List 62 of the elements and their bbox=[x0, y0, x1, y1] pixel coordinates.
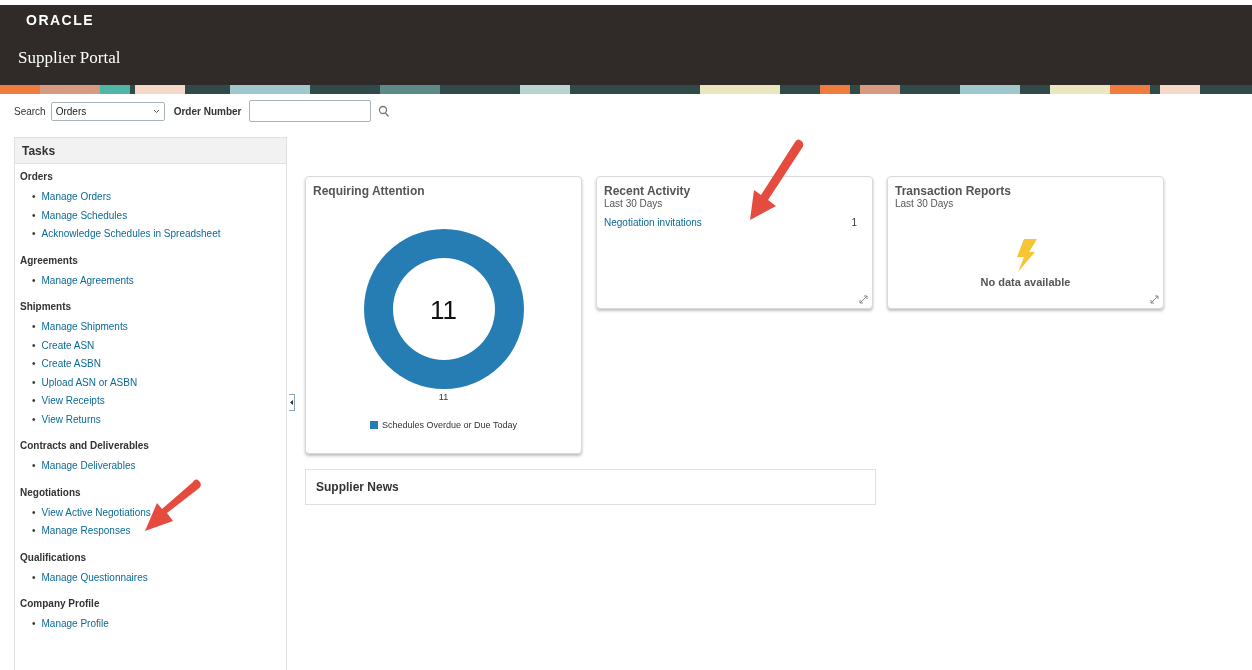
order-number-field[interactable] bbox=[249, 100, 372, 122]
bullet: • bbox=[32, 227, 36, 241]
bullet: • bbox=[32, 190, 36, 204]
task-link[interactable]: Acknowledge Schedules in Spreadsheet bbox=[41, 225, 221, 244]
bullet: • bbox=[32, 357, 36, 371]
bullet: • bbox=[32, 505, 36, 520]
task-link[interactable]: Manage Schedules bbox=[41, 206, 128, 225]
bullet: • bbox=[32, 524, 36, 538]
activity-count: 1 bbox=[851, 217, 857, 228]
bullet: • bbox=[32, 617, 36, 631]
data-label: 11 bbox=[438, 392, 449, 402]
search-label: Search bbox=[14, 105, 46, 117]
panel-title: Supplier News bbox=[316, 480, 399, 494]
bullet: • bbox=[32, 412, 36, 427]
card-title: Requiring Attention bbox=[313, 184, 425, 198]
search-select[interactable]: Orders bbox=[50, 101, 165, 121]
tasks-title: Tasks bbox=[22, 143, 56, 158]
task-link[interactable]: View Active Negotiations bbox=[41, 503, 151, 522]
order-number-label: Order Number bbox=[173, 105, 242, 117]
portal-title: Supplier Portal bbox=[18, 48, 121, 68]
legend-label: Schedules Overdue or Due Today bbox=[382, 420, 517, 430]
bullet: • bbox=[32, 320, 36, 334]
task-link[interactable]: Manage Orders bbox=[41, 188, 111, 207]
card-subtitle: Last 30 Days bbox=[604, 198, 663, 209]
activity-link[interactable]: Negotiation invitations bbox=[604, 217, 702, 228]
task-link[interactable]: Manage Agreements bbox=[41, 271, 134, 290]
bullet: • bbox=[32, 338, 36, 353]
expand-icon[interactable] bbox=[1150, 295, 1159, 304]
card-title: Recent Activity bbox=[604, 184, 691, 198]
bullet: • bbox=[32, 570, 36, 585]
task-link[interactable]: View Returns bbox=[41, 410, 101, 429]
task-group-heading: Shipments bbox=[20, 301, 72, 312]
card-title: Transaction Reports bbox=[895, 184, 1012, 198]
bullet: • bbox=[32, 273, 36, 288]
task-link[interactable]: View Receipts bbox=[41, 392, 105, 411]
task-link[interactable]: Manage Shipments bbox=[41, 318, 128, 337]
task-group-heading: Qualifications bbox=[20, 551, 87, 563]
no-data-message: No data available bbox=[980, 276, 1071, 288]
search-icon[interactable] bbox=[378, 104, 391, 118]
task-group-heading: Company Profile bbox=[20, 598, 100, 609]
bullet: • bbox=[32, 459, 36, 473]
task-link[interactable]: Manage Questionnaires bbox=[41, 568, 148, 587]
task-link[interactable]: Create ASN bbox=[41, 336, 95, 355]
task-link[interactable]: Upload ASN or ASBN bbox=[41, 373, 138, 392]
card-subtitle: Last 30 Days bbox=[895, 198, 954, 209]
task-group-heading: Contracts and Deliverables bbox=[20, 440, 149, 451]
logo: ORACLE bbox=[26, 12, 95, 28]
lightning-icon bbox=[1014, 239, 1037, 272]
task-link[interactable]: Create ASBN bbox=[41, 355, 101, 374]
task-group-heading: Orders bbox=[20, 171, 53, 182]
bullet: • bbox=[32, 375, 36, 390]
task-group-heading: Negotiations bbox=[20, 486, 81, 498]
donut-total: 11 bbox=[430, 295, 457, 326]
collapse-handle[interactable] bbox=[289, 394, 295, 411]
chevron-down-icon bbox=[152, 108, 160, 114]
task-group-heading: Agreements bbox=[20, 254, 78, 266]
task-link[interactable]: Manage Responses bbox=[41, 522, 131, 541]
bullet: • bbox=[32, 208, 36, 223]
expand-icon[interactable] bbox=[859, 295, 868, 304]
task-link[interactable]: Manage Deliverables bbox=[41, 457, 136, 476]
task-link[interactable]: Manage Profile bbox=[41, 615, 109, 634]
bullet: • bbox=[32, 394, 36, 408]
